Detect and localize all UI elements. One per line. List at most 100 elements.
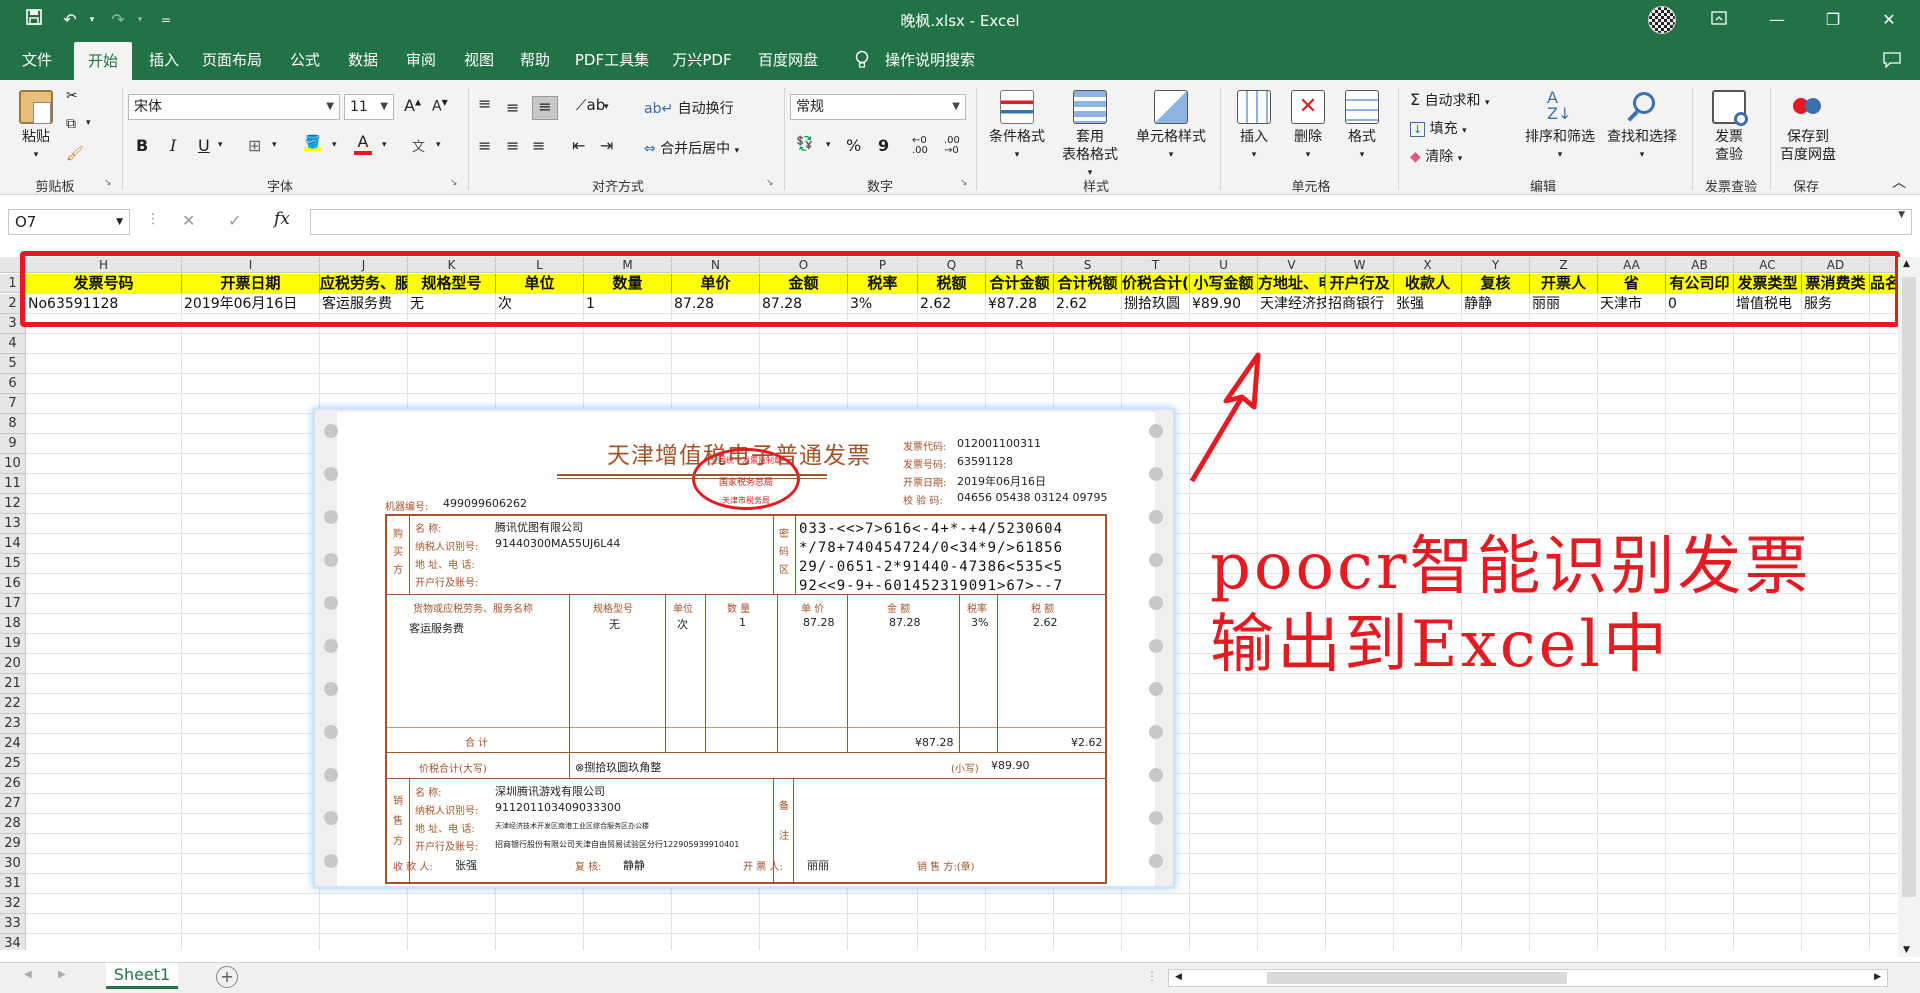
row-header[interactable]: 27 xyxy=(0,794,26,814)
align-middle-icon[interactable]: ≡ xyxy=(506,98,519,117)
add-sheet-button[interactable]: + xyxy=(216,966,238,988)
tab-help[interactable]: 帮助 xyxy=(510,40,560,80)
data-cell[interactable]: 1 xyxy=(584,294,672,314)
number-launcher-icon[interactable]: ↘ xyxy=(960,178,968,188)
ribbon-display-icon[interactable] xyxy=(1696,0,1742,40)
row-header[interactable]: 1 xyxy=(0,274,26,293)
paste-button[interactable]: 粘贴 ▾ xyxy=(14,90,58,164)
align-left-icon[interactable]: ≡ xyxy=(478,136,491,155)
format-as-table-button[interactable]: 套用 表格格式 ▾ xyxy=(1052,90,1128,182)
tab-page-layout[interactable]: 页面布局 xyxy=(196,40,268,80)
column-header[interactable]: Q xyxy=(918,257,986,273)
column-header[interactable]: X xyxy=(1394,257,1462,273)
tab-data[interactable]: 数据 xyxy=(338,40,388,80)
scroll-left-icon[interactable]: ◀ xyxy=(1175,972,1182,982)
data-cell[interactable]: 服务 xyxy=(1802,294,1870,314)
tab-home[interactable]: 开始 xyxy=(74,42,132,80)
header-cell[interactable]: 开户行及 xyxy=(1326,274,1394,293)
underline-button[interactable]: U xyxy=(198,136,210,155)
row-header[interactable]: 29 xyxy=(0,834,26,854)
data-cell[interactable]: 2.62 xyxy=(1054,294,1122,314)
invoice-image[interactable]: 天津增值税电子普通发票 全国统一发票监制章 国家税务总局 天津市税务局 发票代码… xyxy=(313,408,1175,888)
row-header[interactable]: 32 xyxy=(0,894,26,914)
autosum-button[interactable]: Σ 自动求和 ▾ xyxy=(1410,90,1490,110)
horizontal-scrollbar[interactable]: ◀ ▶ xyxy=(1168,969,1888,987)
data-cell[interactable]: 天津经济技 xyxy=(1258,294,1326,314)
align-bottom-icon[interactable]: ≡ xyxy=(532,96,558,120)
column-header[interactable]: I xyxy=(182,257,320,273)
increase-decimal-icon[interactable]: ←0.00 xyxy=(912,136,928,156)
row-header[interactable]: 6 xyxy=(0,374,26,394)
column-header[interactable]: M xyxy=(584,257,672,273)
column-header[interactable]: AA xyxy=(1598,257,1666,273)
tell-me-search[interactable]: 操作说明搜索 xyxy=(880,40,980,80)
header-cell[interactable]: 小写金额 xyxy=(1190,274,1258,293)
font-color-button[interactable]: A xyxy=(354,132,372,155)
header-cell[interactable]: 合计金额 xyxy=(986,274,1054,293)
tab-view[interactable]: 视图 xyxy=(454,40,504,80)
column-header[interactable]: V xyxy=(1258,257,1326,273)
clipboard-launcher-icon[interactable]: ↘ xyxy=(104,178,112,188)
tab-wondershare-pdf[interactable]: 万兴PDF xyxy=(666,40,738,80)
number-format-select[interactable]: 常规 ▼ xyxy=(790,94,966,120)
data-cell[interactable]: 增值税电 xyxy=(1734,294,1802,314)
prev-sheet-icon[interactable]: ◀ xyxy=(24,969,32,980)
row-header[interactable]: 33 xyxy=(0,914,26,934)
header-cell[interactable]: 品名 xyxy=(1870,274,1898,293)
avatar[interactable] xyxy=(1648,6,1676,34)
scroll-down-icon[interactable]: ▼ xyxy=(1903,945,1910,955)
sheet-tab-sheet1[interactable]: Sheet1 xyxy=(106,963,178,989)
row-header[interactable]: 3 xyxy=(0,314,26,334)
clear-button[interactable]: ◆ 清除 ▾ xyxy=(1410,146,1462,166)
row-header[interactable]: 11 xyxy=(0,474,26,494)
copy-dropdown-icon[interactable]: ▾ xyxy=(86,118,91,128)
row-header[interactable]: 12 xyxy=(0,494,26,514)
phonetic-icon[interactable]: 文 xyxy=(412,136,425,155)
tab-formulas[interactable]: 公式 xyxy=(280,40,330,80)
header-cell[interactable]: 单位 xyxy=(496,274,584,293)
scroll-up-icon[interactable]: ▲ xyxy=(1903,259,1910,269)
insert-function-button[interactable]: fx xyxy=(274,209,290,229)
data-cell[interactable]: 天津市 xyxy=(1598,294,1666,314)
comments-icon[interactable] xyxy=(1876,40,1908,80)
restore-icon[interactable]: ❐ xyxy=(1810,0,1856,40)
data-cell[interactable] xyxy=(1870,294,1898,314)
name-box[interactable]: O7 ▼ xyxy=(8,209,130,235)
header-cell[interactable]: 方地址、电 xyxy=(1258,274,1326,293)
phonetic-dropdown-icon[interactable]: ▾ xyxy=(436,140,441,150)
align-top-icon[interactable]: ≡ xyxy=(478,94,491,113)
data-cell[interactable]: 次 xyxy=(496,294,584,314)
accounting-format-icon[interactable]: 💱 xyxy=(796,136,813,152)
header-cell[interactable]: 有公司印 xyxy=(1666,274,1734,293)
format-cells-button[interactable]: 格式 ▾ xyxy=(1336,90,1388,164)
vertical-scrollbar[interactable]: ▲ ▼ xyxy=(1898,257,1920,957)
scroll-right-icon[interactable]: ▶ xyxy=(1874,972,1881,982)
comma-style-button[interactable]: 9 xyxy=(878,136,889,155)
font-color-dropdown-icon[interactable]: ▾ xyxy=(382,140,387,150)
header-cell[interactable]: 开票日期 xyxy=(182,274,320,293)
column-header[interactable]: H xyxy=(26,257,182,273)
cell-styles-button[interactable]: 单元格样式 ▾ xyxy=(1128,90,1214,164)
shrink-font-button[interactable]: A▼ xyxy=(432,98,448,115)
row-header[interactable]: 5 xyxy=(0,354,26,374)
column-header[interactable]: N xyxy=(672,257,760,273)
cut-icon[interactable]: ✂ xyxy=(66,88,78,104)
align-right-icon[interactable]: ≡ xyxy=(532,136,545,155)
row-header[interactable]: 2 xyxy=(0,294,26,314)
formula-input[interactable]: ▼ xyxy=(310,209,1912,235)
lightbulb-icon[interactable] xyxy=(850,40,874,80)
column-header[interactable]: AC xyxy=(1734,257,1802,273)
column-header[interactable]: L xyxy=(496,257,584,273)
data-cell[interactable]: ¥89.90 xyxy=(1190,294,1258,314)
column-header[interactable]: K xyxy=(408,257,496,273)
fill-color-button[interactable]: 🪣 xyxy=(304,134,322,151)
horizontal-scroll-thumb[interactable] xyxy=(1267,972,1567,984)
fill-button[interactable]: ↓ 填充 ▾ xyxy=(1410,118,1467,138)
row-header[interactable]: 13 xyxy=(0,514,26,534)
header-cell[interactable]: 价税合计(大 xyxy=(1122,274,1190,293)
decrease-indent-icon[interactable]: ⇤ xyxy=(572,136,585,155)
tab-review[interactable]: 审阅 xyxy=(396,40,446,80)
font-size-select[interactable]: 11 ▼ xyxy=(344,94,394,120)
data-cell[interactable]: 2.62 xyxy=(918,294,986,314)
row-header[interactable]: 28 xyxy=(0,814,26,834)
